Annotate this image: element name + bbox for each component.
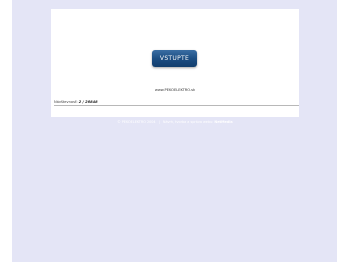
visit-counter-label: Návštevnosť: <box>54 100 78 104</box>
footer-separator: | <box>158 120 160 124</box>
footer-credit-label: Návrh, tvorba a správa webu: <box>162 120 214 124</box>
footer: © PEKOELEKTRO 2004 | Návrh, tvorba a spr… <box>51 120 299 125</box>
divider <box>54 105 299 106</box>
visit-counter-value: 2 / 26848 <box>78 100 98 104</box>
site-link[interactable]: www.PEKOELEKTRO.sk <box>51 88 299 93</box>
enter-button[interactable]: VSTUPTE <box>152 50 197 67</box>
content-card: VSTUPTE www.PEKOELEKTRO.sk Návštevnosť: … <box>51 9 299 117</box>
footer-copyright: © PEKOELEKTRO 2004 <box>117 120 156 124</box>
footer-credit-link[interactable]: NetMedia <box>214 120 232 124</box>
